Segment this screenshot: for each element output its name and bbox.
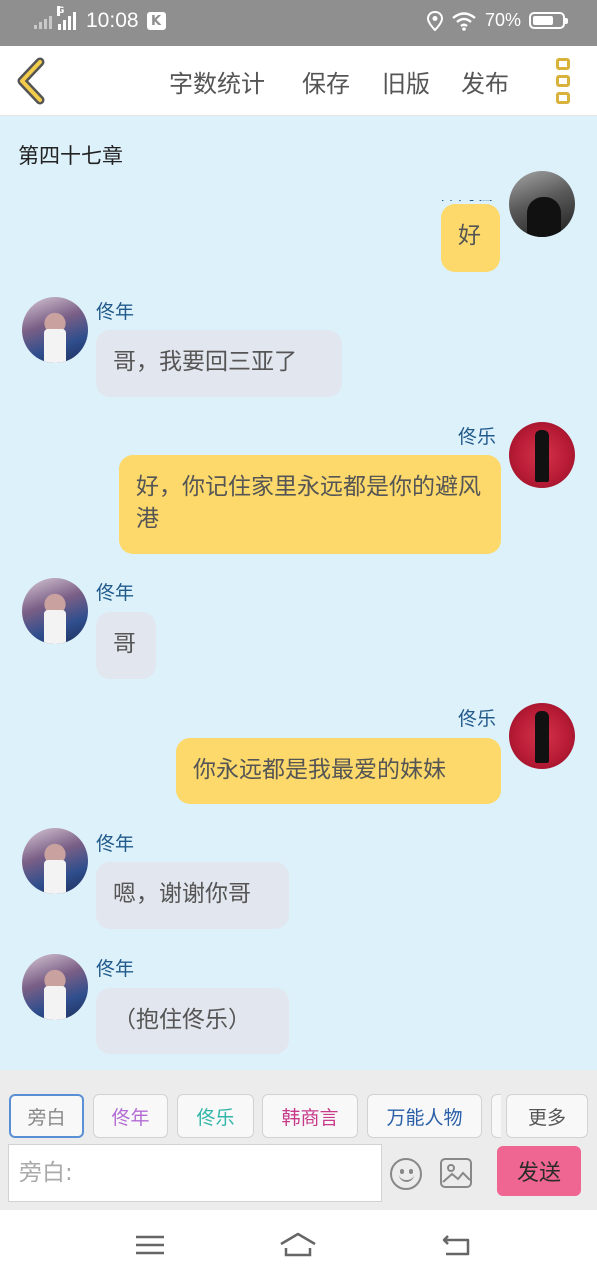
back-icon[interactable] <box>436 1228 476 1262</box>
speaker-name: 佟年 <box>96 582 135 604</box>
avatar-tongnian[interactable] <box>22 954 88 1020</box>
status-right: 70% <box>426 10 568 31</box>
message-input[interactable] <box>8 1144 382 1202</box>
battery-fill <box>533 16 553 25</box>
chapter-title: 第四十七章 <box>18 144 123 168</box>
message-bubble[interactable]: 好 <box>441 204 500 272</box>
composer-panel: 旁白 佟年 佟乐 韩商言 万能人物 更多 发送 <box>0 1070 597 1210</box>
avatar-hanshangyan[interactable] <box>509 171 575 237</box>
status-bar: G 10:08 K 70% <box>0 0 597 46</box>
role-tab-tongnian[interactable]: 佟年 <box>93 1094 168 1138</box>
chevron-left-icon <box>17 57 45 105</box>
avatar-tongnian[interactable] <box>22 828 88 894</box>
status-left: G 10:08 K <box>34 6 166 33</box>
message-bubble[interactable]: 嗯，谢谢你哥 <box>96 862 289 929</box>
image-glyph <box>442 1164 470 1183</box>
speaker-name: 佟乐 <box>458 708 497 730</box>
speaker-name: 佟年 <box>96 833 135 855</box>
avatar-tongle[interactable] <box>509 703 575 769</box>
image-icon[interactable] <box>440 1158 472 1188</box>
speaker-name: 佟乐 <box>458 426 497 448</box>
menu-icon[interactable] <box>130 1228 170 1262</box>
network-badge: G <box>57 6 65 16</box>
more-roles-button[interactable]: 更多 <box>506 1094 588 1138</box>
avatar-tongnian[interactable] <box>22 297 88 363</box>
publish-button[interactable]: 发布 <box>461 64 509 99</box>
avatar-tongle[interactable] <box>509 422 575 488</box>
role-tab-universal[interactable]: 万能人物 <box>367 1094 482 1138</box>
send-button[interactable]: 发送 <box>497 1146 581 1196</box>
signal-sim2-icon: G <box>57 6 76 30</box>
wifi-icon <box>452 11 476 31</box>
system-nav-bar <box>0 1210 597 1280</box>
back-button[interactable] <box>12 56 52 106</box>
location-icon <box>426 10 443 31</box>
message-bubble[interactable]: 你永远都是我最爱的妹妹 <box>176 738 501 804</box>
role-tab-tongle[interactable]: 佟乐 <box>177 1094 254 1138</box>
clock: 10:08 <box>86 9 139 32</box>
role-tab-narration[interactable]: 旁白 <box>9 1094 84 1138</box>
home-icon[interactable] <box>278 1228 318 1262</box>
speaker-name: 佟年 <box>96 301 135 323</box>
app-badge: K <box>146 12 166 30</box>
save-button[interactable]: 保存 <box>302 64 350 99</box>
more-vertical-icon[interactable] <box>556 58 572 104</box>
message-bubble[interactable]: （抱住佟乐） <box>96 988 289 1054</box>
battery-icon <box>529 12 568 29</box>
top-toolbar: 字数统计 保存 旧版 发布 <box>0 46 597 116</box>
avatar-tongnian[interactable] <box>22 578 88 644</box>
role-tab-partial <box>491 1094 501 1138</box>
message-bubble[interactable]: 哥，我要回三亚了 <box>96 330 342 397</box>
role-tab-hanshangyan[interactable]: 韩商言 <box>262 1094 358 1138</box>
message-bubble[interactable]: 好，你记住家里永远都是你的避风港 <box>119 455 501 554</box>
chat-clip <box>0 182 597 200</box>
word-count-button[interactable]: 字数统计 <box>169 64 265 99</box>
message-bubble[interactable]: 哥 <box>96 612 156 679</box>
emoji-icon[interactable] <box>390 1158 422 1190</box>
speaker-name: 佟年 <box>96 958 135 980</box>
old-version-button[interactable]: 旧版 <box>382 64 430 99</box>
chat-area[interactable]: 第四十七章 韩商言 好 佟年 哥，我要回三亚了 佟乐 好，你记住家里永远都是你的… <box>0 116 597 1070</box>
signal-sim1-icon <box>34 13 52 29</box>
battery-percent: 70% <box>484 10 521 30</box>
